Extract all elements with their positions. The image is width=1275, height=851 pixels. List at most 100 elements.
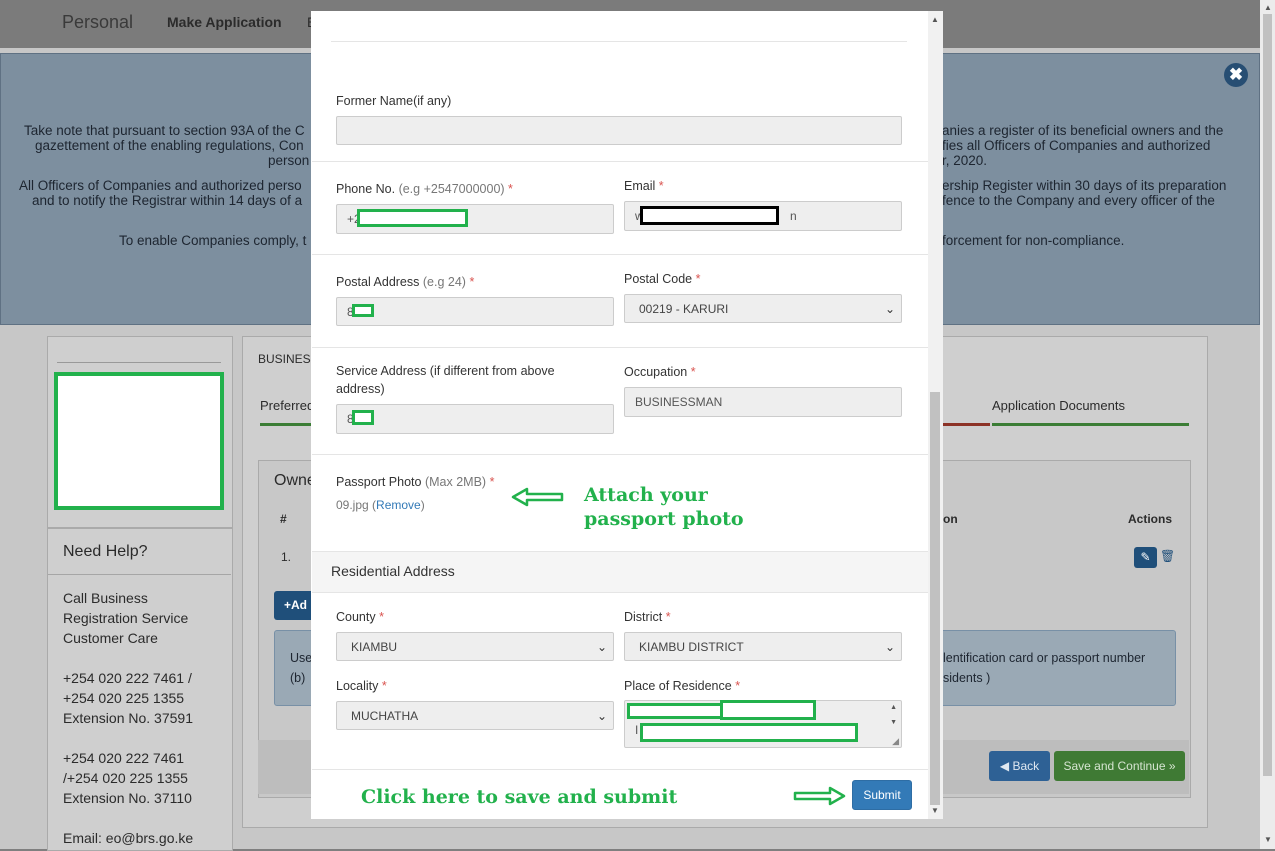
help-phone: +254 020 222 7461 xyxy=(63,750,185,766)
required-mark: * xyxy=(489,475,495,489)
passport-photo-file: 09.jpg (Remove) xyxy=(336,498,425,512)
notice-text: All Officers of Companies and authorized… xyxy=(19,178,302,193)
required-mark: * xyxy=(735,679,741,693)
postal-address-label-text: Postal Address xyxy=(336,275,420,289)
postal-address-label: Postal Address (e.g 24) * xyxy=(336,275,474,289)
tab-application-documents[interactable]: Application Documents xyxy=(992,398,1125,413)
place-of-residence-label-text: Place of Residence xyxy=(624,679,732,693)
place-of-residence-label: Place of Residence * xyxy=(624,679,740,693)
page-scrollbar-thumb[interactable] xyxy=(1263,14,1272,776)
notice-text: Take note that pursuant to section 93A o… xyxy=(24,123,305,138)
trash-icon[interactable]: 🗑 xyxy=(1160,549,1175,563)
district-select[interactable]: KIAMBU DISTRICT ⌄ xyxy=(624,632,902,661)
postal-address-input[interactable]: 8 xyxy=(336,297,614,326)
table-header: on xyxy=(943,512,958,526)
tab-progress-bar xyxy=(992,423,1189,426)
county-label: County * xyxy=(336,610,384,624)
postal-address-hint: (e.g 24) xyxy=(422,275,466,289)
required-mark: * xyxy=(379,610,384,624)
passport-photo-label-text: Passport Photo xyxy=(336,475,422,489)
redaction-mark xyxy=(352,304,374,317)
save-and-continue-button[interactable]: Save and Continue » xyxy=(1054,751,1185,781)
right-arrow-annotation-icon xyxy=(793,786,846,806)
scroll-down-icon[interactable]: ▼ xyxy=(1264,835,1272,844)
divider xyxy=(331,41,907,42)
postal-code-select[interactable]: 00219 - KARURI ⌄ xyxy=(624,294,902,323)
email-label: Email * xyxy=(624,179,664,193)
scroll-down-icon[interactable]: ▼ xyxy=(890,719,897,726)
county-label-text: County xyxy=(336,610,376,624)
help-text: Customer Care xyxy=(63,630,158,646)
district-value: KIAMBU DISTRICT xyxy=(639,640,744,654)
info-text: Use xyxy=(290,651,313,665)
tab-progress-bar xyxy=(942,423,990,426)
annotation-save-submit: Click here to save and submit xyxy=(361,786,678,808)
required-mark: * xyxy=(381,679,387,693)
remove-photo-link[interactable]: Remove xyxy=(376,498,421,512)
required-mark: * xyxy=(695,272,701,286)
service-address-label-cont: address) xyxy=(336,382,385,396)
locality-value: MUCHATHA xyxy=(351,709,419,723)
info-text: (b) xyxy=(290,671,306,685)
scroll-down-icon[interactable]: ▼ xyxy=(931,806,939,815)
redaction-mark xyxy=(627,703,723,719)
divider xyxy=(312,254,928,255)
former-name-label: Former Name(if any) xyxy=(336,94,452,108)
county-select[interactable]: KIAMBU ⌄ xyxy=(336,632,614,661)
add-owner-button[interactable]: +Ad xyxy=(274,591,314,620)
close-icon[interactable]: ✖ xyxy=(1224,63,1248,87)
notice-text: r, 2020. xyxy=(942,153,988,168)
brand-personal[interactable]: Personal xyxy=(62,12,133,33)
occupation-label-text: Occupation xyxy=(624,365,688,379)
notice-text: anies a register of its beneficial owner… xyxy=(942,123,1224,138)
occupation-input[interactable]: BUSINESSMAN xyxy=(624,387,902,417)
tab-preferred[interactable]: Preferred xyxy=(260,398,314,413)
phone-hint: (e.g +2547000000) xyxy=(398,182,505,196)
scroll-up-icon[interactable]: ▲ xyxy=(890,704,897,711)
owners-panel-title: Owne xyxy=(274,472,316,489)
required-mark: * xyxy=(658,179,664,193)
residential-address-title: Residential Address xyxy=(331,563,455,579)
modal-scrollbar-thumb[interactable] xyxy=(930,392,940,805)
chevron-down-icon: ⌄ xyxy=(596,709,607,723)
help-text: Registration Service xyxy=(63,610,189,626)
notice-text: fies all Officers of Companies and autho… xyxy=(942,138,1211,153)
passport-photo-hint: (Max 2MB) xyxy=(424,475,487,489)
scroll-up-icon[interactable]: ▲ xyxy=(1264,3,1272,12)
submit-button[interactable]: Submit xyxy=(852,780,912,810)
nav-make-application[interactable]: Make Application xyxy=(167,14,282,30)
postal-code-label-text: Postal Code xyxy=(624,272,693,286)
resize-handle-icon[interactable]: ◢ xyxy=(892,736,899,747)
main-card-heading: BUSINESS xyxy=(258,352,319,366)
table-header: Actions xyxy=(1128,512,1173,526)
service-address-input[interactable]: 8 xyxy=(336,404,614,434)
notice-text: forcement for non-compliance. xyxy=(942,233,1125,248)
phone-label: Phone No. (e.g +2547000000) * xyxy=(336,182,513,196)
postal-code-value: 00219 - KARURI xyxy=(639,302,729,316)
scroll-up-icon[interactable]: ▲ xyxy=(931,15,939,24)
required-mark: * xyxy=(508,182,513,196)
notice-text: fence to the Company and every officer o… xyxy=(942,193,1215,208)
county-value: KIAMBU xyxy=(351,640,398,654)
profile-photo-placeholder xyxy=(54,372,224,510)
chevron-down-icon: ⌄ xyxy=(884,640,895,654)
edit-icon[interactable]: ✎ xyxy=(1134,547,1157,568)
broken-image-icon xyxy=(57,346,221,363)
notice-text: To enable Companies comply, t xyxy=(119,233,307,248)
occupation-label: Occupation * xyxy=(624,365,696,379)
postal-code-label: Postal Code * xyxy=(624,272,700,286)
notice-text: gazettement of the enabling regulations,… xyxy=(35,138,304,153)
help-phone: +254 020 222 7461 / xyxy=(63,670,192,686)
info-text: lentification card or passport number xyxy=(943,651,1146,665)
former-name-input[interactable] xyxy=(336,116,902,145)
locality-select[interactable]: MUCHATHA ⌄ xyxy=(336,701,614,730)
required-mark: * xyxy=(665,610,671,624)
back-button[interactable]: ◀ Back xyxy=(989,751,1050,781)
table-header: # xyxy=(280,512,287,526)
textarea-line: I xyxy=(635,723,639,737)
chevron-down-icon: ⌄ xyxy=(596,640,607,654)
notice-text: and to notify the Registrar within 14 da… xyxy=(32,193,303,208)
redaction-mark xyxy=(640,723,858,742)
tab-progress-bar xyxy=(260,423,312,426)
table-row-index: 1. xyxy=(281,550,292,564)
